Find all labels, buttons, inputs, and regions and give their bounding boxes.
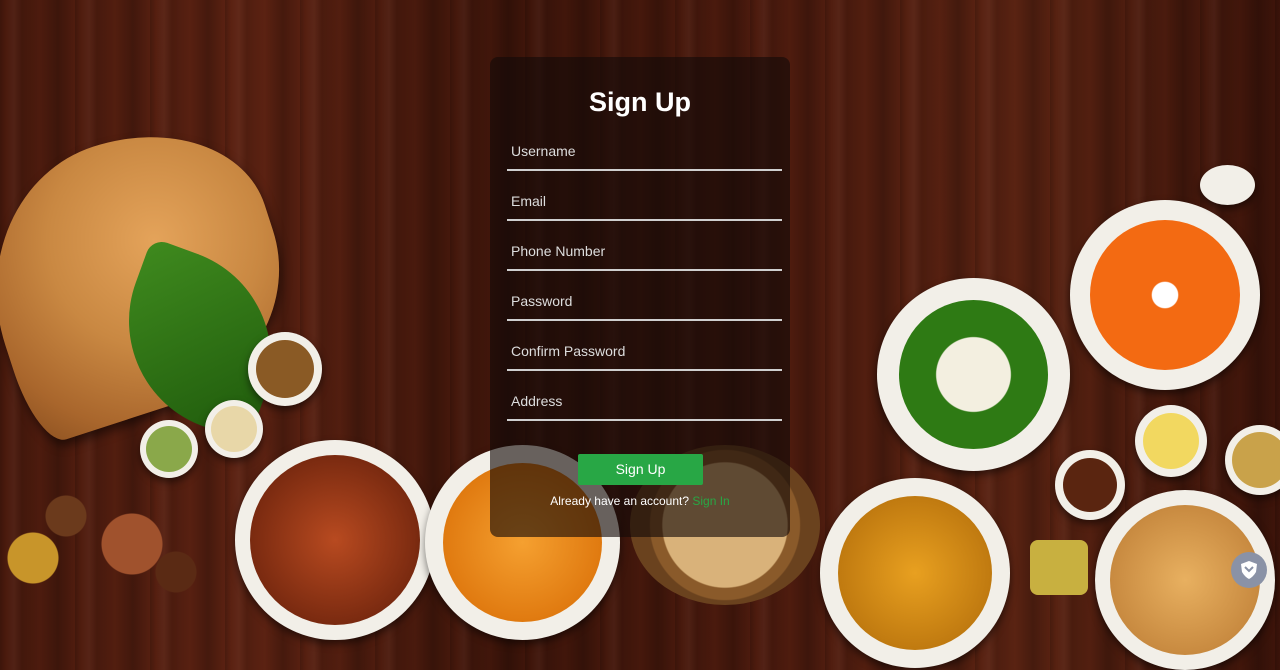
confirm-password-field[interactable]: Confirm Password [507,339,782,371]
pineapple-bowl [1135,405,1207,477]
pickle-bowl [1055,450,1125,520]
signin-link[interactable]: Sign In [692,494,729,508]
idli-plate [877,278,1070,471]
signin-prompt-text: Already have an account? [550,494,690,508]
chickpea-bowl [1225,425,1280,495]
aloo-plate [820,478,1010,668]
chutney-bowl [248,332,322,406]
spoon-image [1200,165,1255,205]
username-field[interactable]: Username [507,139,782,171]
phone-placeholder: Phone Number [511,243,606,259]
address-field[interactable]: Address [507,389,782,421]
makhani-bowl [1070,200,1260,390]
coconut-chutney-bowl [205,400,263,458]
confirm-password-placeholder: Confirm Password [511,343,626,359]
signup-button[interactable]: Sign Up [578,454,703,485]
password-placeholder: Password [511,293,573,309]
shield-icon[interactable] [1231,552,1267,588]
tandoori-plate [235,440,435,640]
phone-field[interactable]: Phone Number [507,239,782,271]
password-field[interactable]: Password [507,289,782,321]
signup-card: Sign Up Username Email Phone Number Pass… [490,57,790,537]
signin-prompt: Already have an account? Sign In [490,494,790,508]
page-title: Sign Up [589,87,691,117]
email-field[interactable]: Email [507,189,782,221]
email-placeholder: Email [511,193,547,209]
spices-image [0,460,220,600]
address-placeholder: Address [511,393,563,409]
username-placeholder: Username [511,143,576,159]
drink-glass [1030,540,1088,595]
shield-icon-svg [1241,561,1257,579]
